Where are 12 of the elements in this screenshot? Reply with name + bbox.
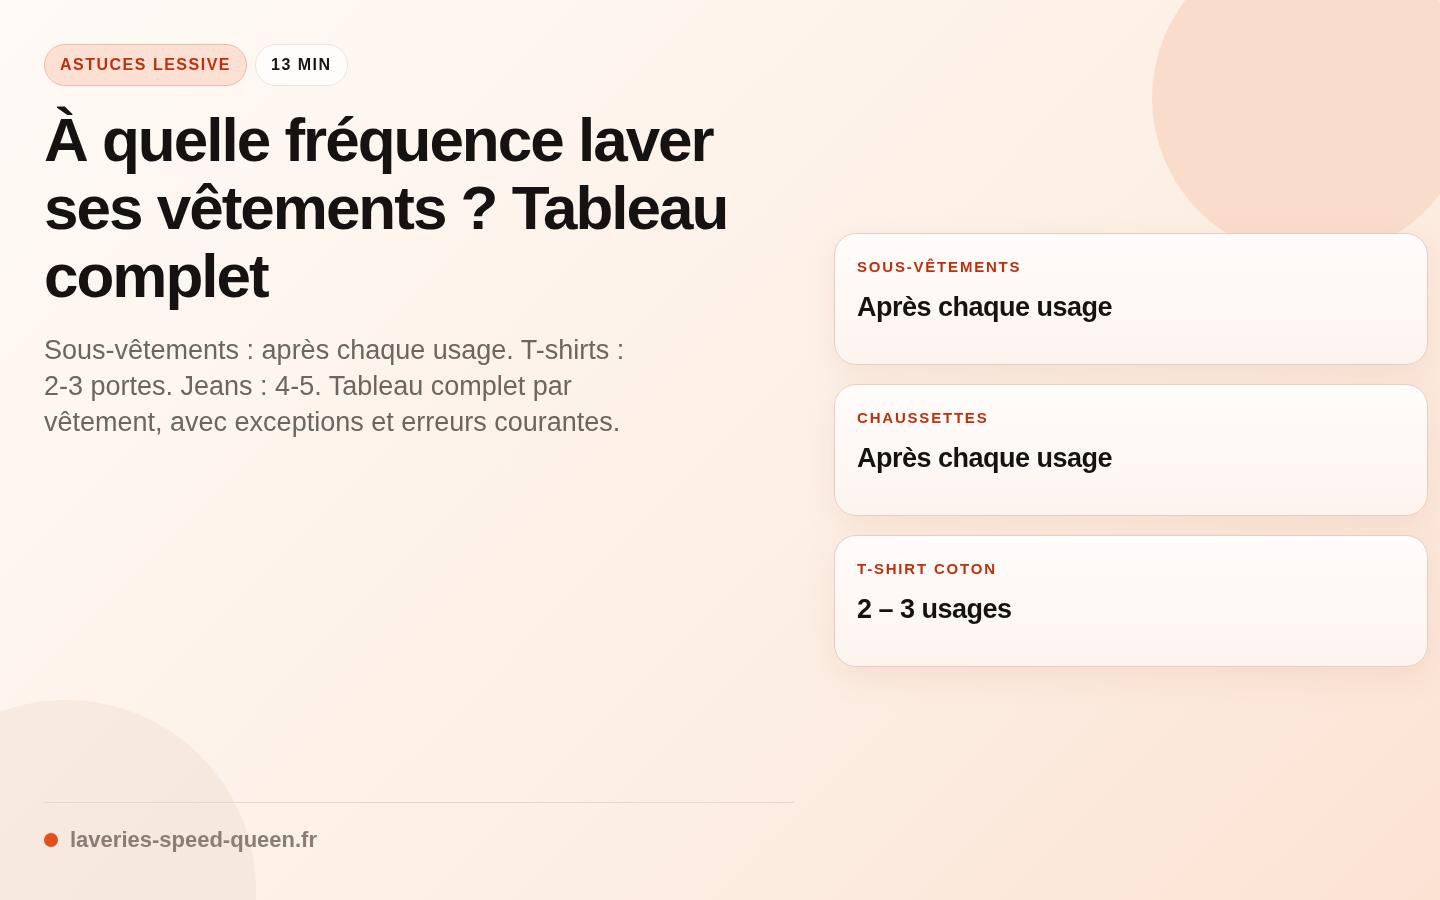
description: Sous-vêtements : après chaque usage. T-shirts : 2-3 portes. Jeans : 4-5. Tableau complet par vêtement, avec exceptions et erreurs courantes.	[44, 334, 626, 439]
card-value: Après chaque usage	[857, 441, 1114, 475]
card-value: Après chaque usage	[857, 290, 1114, 324]
site-url: laveries-speed-queen.fr	[70, 826, 317, 854]
category-tag: ASTUCES LESSIVE	[44, 44, 247, 86]
duration-tag: 13 MIN	[255, 44, 348, 86]
card-label: CHAUSSETTES	[857, 408, 990, 428]
card-label: T-SHIRT COTON	[857, 559, 998, 579]
status-dot	[44, 832, 58, 847]
card-label: SOUS-VÊTEMENTS	[857, 257, 1023, 277]
card-value: 2 – 3 usages	[857, 592, 1013, 626]
page-title: À quelle fréquence laver ses vêtements ? Tableau complet	[44, 106, 729, 310]
